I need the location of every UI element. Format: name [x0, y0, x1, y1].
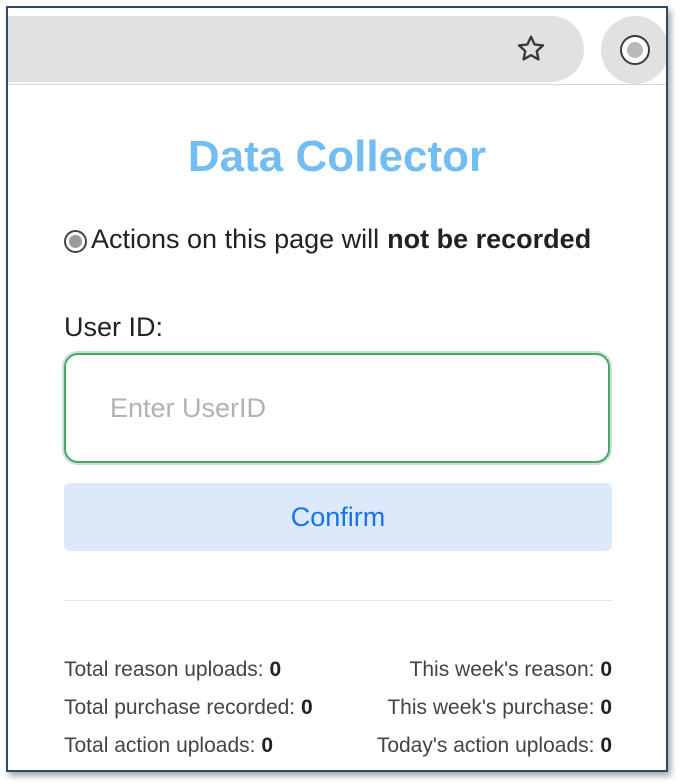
stat-row: Total purchase recorded: 0 This week's p… [64, 689, 612, 727]
stat-right: This week's reason: 0 [409, 658, 612, 681]
stat-row: Total action uploads: 0 Today's action u… [64, 727, 612, 765]
address-bar[interactable] [8, 16, 584, 82]
section-divider [64, 600, 612, 601]
stat-left: Total reason uploads: 0 [64, 658, 282, 681]
popup-title: Data Collector [187, 132, 487, 181]
status-emphasis: not be recorded [387, 224, 592, 254]
browser-window: Data Collector Actions on this page will… [6, 6, 668, 772]
stats-panel: Total reason uploads: 0 This week's reas… [64, 651, 612, 765]
stat-row: Total reason uploads: 0 This week's reas… [64, 651, 612, 689]
star-icon [517, 35, 545, 61]
userid-label: User ID: [64, 312, 164, 342]
extension-button[interactable] [601, 16, 666, 84]
recording-status: Actions on this page will not be recorde… [64, 223, 591, 255]
stat-right: Today's action uploads: 0 [376, 734, 612, 757]
status-text: Actions on this page will [91, 224, 380, 254]
stat-right: This week's purchase: 0 [387, 696, 612, 719]
stat-left: Total action uploads: 0 [64, 734, 273, 757]
extension-popup: Data Collector Actions on this page will… [8, 85, 666, 770]
radio-record-icon [64, 229, 87, 253]
userid-input[interactable] [64, 353, 610, 463]
browser-toolbar [8, 8, 666, 84]
record-icon [620, 35, 650, 65]
confirm-button[interactable]: Confirm [64, 483, 612, 551]
stat-left: Total purchase recorded: 0 [64, 696, 313, 719]
bookmark-star-button[interactable] [508, 26, 554, 72]
